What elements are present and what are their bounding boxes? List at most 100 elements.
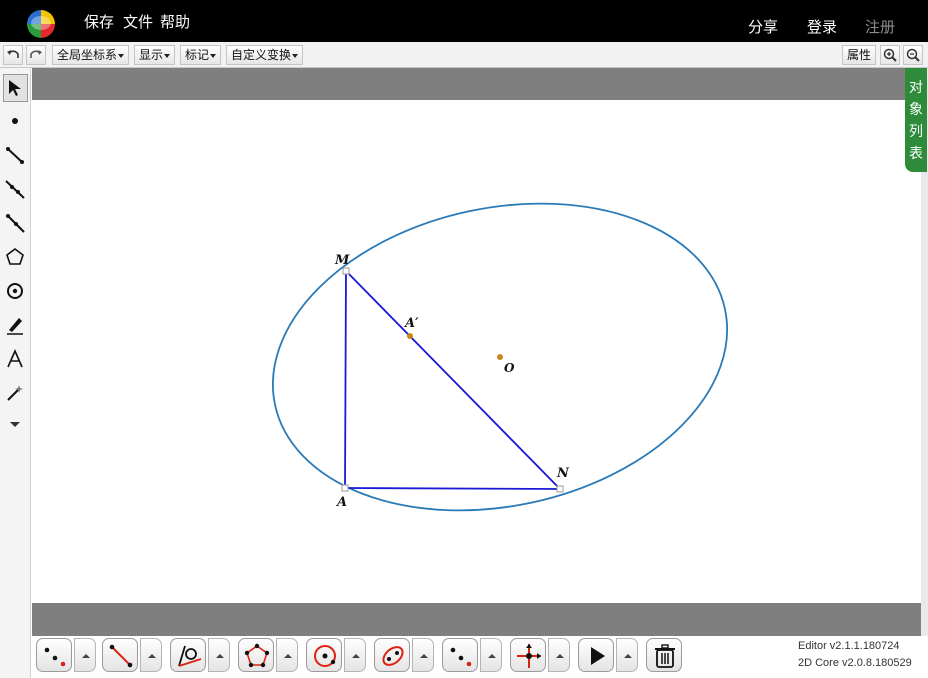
delete-button[interactable]: [646, 638, 682, 672]
register-link[interactable]: 注册: [865, 16, 895, 37]
polygon-tool-button[interactable]: [238, 638, 274, 672]
more-icon: [10, 422, 20, 427]
points-tool-button[interactable]: [36, 638, 72, 672]
segment-icon: [6, 147, 24, 164]
point-a-prime[interactable]: [407, 333, 413, 339]
move-arrow-icon: [9, 80, 21, 96]
segment-ma[interactable]: [344, 270, 347, 489]
properties-button[interactable]: 属性: [842, 45, 877, 65]
chevron-down-icon: [118, 53, 125, 58]
magic-wand-icon: [7, 385, 23, 401]
zoom-out-button[interactable]: [903, 45, 923, 65]
point-n[interactable]: [556, 485, 564, 493]
play-icon: [591, 647, 605, 665]
display-dropdown[interactable]: 显示: [134, 45, 176, 65]
core-version: 2D Core v2.0.8.180529: [798, 657, 912, 669]
ray-icon: [6, 214, 25, 233]
point-a[interactable]: [341, 484, 349, 492]
play-more[interactable]: [616, 638, 638, 672]
custom-transform-label: 自定义变换: [231, 48, 292, 62]
point-o[interactable]: [497, 354, 503, 360]
polygon-tool-more[interactable]: [276, 638, 298, 672]
segment-tool[interactable]: [3, 142, 28, 170]
redo-button[interactable]: [26, 45, 46, 65]
text-tool[interactable]: [3, 346, 28, 374]
undo-button[interactable]: [3, 45, 23, 65]
points-tool-icon: [44, 647, 66, 667]
segment-an[interactable]: [344, 487, 561, 490]
move-tool[interactable]: [3, 74, 28, 102]
line-tool-icon: [109, 644, 133, 668]
pen-icon: [7, 318, 23, 335]
chevron-down-icon: [210, 53, 217, 58]
share-link[interactable]: 分享: [748, 16, 778, 37]
trash-icon: [655, 644, 675, 668]
point-tool[interactable]: [3, 108, 28, 136]
app-window: 保存 文件 帮助 分享 登录 注册 全局坐标系 显示 标记 自定义变换 属性 M…: [0, 0, 928, 678]
label-a: A: [335, 495, 347, 510]
point-m[interactable]: [342, 267, 350, 275]
line-tool[interactable]: [3, 176, 28, 204]
ellipse-tool-button[interactable]: [374, 638, 410, 672]
angle-tool-button[interactable]: [170, 638, 206, 672]
ray-tool[interactable]: [3, 210, 28, 238]
circle-tool-icon: [314, 645, 336, 667]
point-icon: [12, 118, 18, 124]
left-toolbox: [0, 68, 31, 678]
custom-transform-dropdown[interactable]: 自定义变换: [226, 45, 304, 65]
more-tools[interactable]: [3, 412, 28, 440]
line-tool-more[interactable]: [140, 638, 162, 672]
top-bar: 保存 文件 帮助 分享 登录 注册: [0, 0, 928, 42]
menu-help[interactable]: 帮助: [160, 11, 190, 32]
chevron-down-icon: [164, 53, 171, 58]
angle-tool-icon: [178, 645, 202, 667]
pen-tool[interactable]: [3, 312, 28, 340]
geometry-canvas[interactable]: M A′ O N A: [0, 0, 928, 678]
zoom-in-button[interactable]: [880, 45, 900, 65]
label-o: O: [504, 361, 515, 375]
zoom-in-icon: [883, 48, 897, 62]
dots-tool-more[interactable]: [480, 638, 502, 672]
magic-tool[interactable]: [3, 380, 28, 408]
points-tool-more[interactable]: [74, 638, 96, 672]
circle-tool[interactable]: [3, 278, 28, 306]
label-n: N: [556, 466, 570, 481]
circle-tool-button[interactable]: [306, 638, 342, 672]
chevron-down-icon: [292, 53, 299, 58]
circle-tool-more[interactable]: [344, 638, 366, 672]
text-icon: [7, 349, 23, 368]
menu-save[interactable]: 保存: [84, 11, 114, 32]
ellipse-tool-more[interactable]: [412, 638, 434, 672]
zoom-out-icon: [906, 48, 920, 62]
edit-toolbar: 全局坐标系 显示 标记 自定义变换 属性: [0, 42, 928, 68]
mark-dropdown[interactable]: 标记: [180, 45, 222, 65]
object-list-char: 表: [909, 145, 923, 161]
coord-system-dropdown[interactable]: 全局坐标系: [52, 45, 130, 65]
line-icon: [5, 180, 25, 199]
undo-icon: [7, 50, 19, 58]
line-tool-button[interactable]: [102, 638, 138, 672]
object-list-char: 列: [909, 123, 923, 139]
circle-icon: [7, 283, 23, 299]
transform-tool-more[interactable]: [548, 638, 570, 672]
angle-tool-more[interactable]: [208, 638, 230, 672]
label-a-prime: A′: [403, 316, 419, 331]
segment-mn[interactable]: [345, 270, 561, 490]
polygon-tool[interactable]: [3, 244, 28, 272]
canvas-top-band: [32, 68, 921, 100]
dots-tool-icon: [450, 647, 472, 667]
bottom-toolbar: [32, 636, 928, 678]
object-list-tab[interactable]: 对 象 列 表: [905, 68, 927, 172]
app-logo: [27, 10, 55, 38]
login-link[interactable]: 登录: [807, 16, 837, 37]
play-button[interactable]: [578, 638, 614, 672]
dots-tool-button[interactable]: [442, 638, 478, 672]
menu-file[interactable]: 文件: [123, 11, 153, 32]
transform-tool-button[interactable]: [510, 638, 546, 672]
object-list-char: 象: [909, 101, 923, 117]
canvas-bottom-band: [32, 603, 921, 636]
properties-label: 属性: [847, 48, 872, 62]
transform-tool-icon: [517, 644, 541, 668]
mark-label: 标记: [185, 48, 210, 62]
redo-icon: [30, 50, 42, 58]
